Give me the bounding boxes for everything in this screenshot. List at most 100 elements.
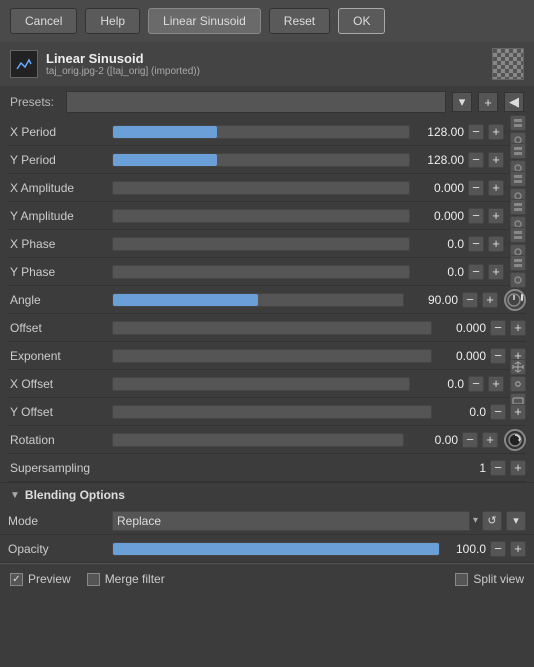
mode-select[interactable]: Replace	[112, 511, 470, 531]
preview-item[interactable]: Preview	[10, 572, 71, 586]
param-slider-y-amplitude[interactable]	[112, 209, 410, 223]
link-icon[interactable]	[510, 376, 526, 392]
param-label-y-period: Y Period	[8, 153, 108, 167]
presets-add-btn[interactable]: +	[478, 92, 498, 112]
param-plus-btn-y-period[interactable]: +	[488, 152, 504, 168]
mode-extra-btn[interactable]: ▾	[506, 511, 526, 531]
param-slider-x-phase[interactable]	[112, 237, 410, 251]
footer: Preview Merge filter Split view	[0, 563, 534, 594]
param-plus-btn-x-period[interactable]: +	[488, 124, 504, 140]
opacity-plus-btn[interactable]: +	[510, 541, 526, 557]
param-value-y-amplitude: 0.000	[414, 209, 464, 223]
side-icon-top-x-period[interactable]	[510, 115, 526, 131]
title-button[interactable]: Linear Sinusoid	[148, 8, 261, 34]
param-plus-btn-x-offset[interactable]: +	[488, 376, 504, 392]
mode-reset-btn[interactable]: ↺	[482, 511, 502, 531]
ok-button[interactable]: OK	[338, 8, 385, 34]
param-minus-btn-rotation[interactable]: −	[462, 432, 478, 448]
param-plus-btn-supersampling[interactable]: +	[510, 460, 526, 476]
param-minus-btn-y-period[interactable]: −	[468, 152, 484, 168]
param-plus-btn-x-phase[interactable]: +	[488, 236, 504, 252]
presets-row: Presets: ▾ + ◀	[0, 86, 534, 118]
param-value-offset: 0.000	[436, 321, 486, 335]
param-slider-angle[interactable]	[112, 293, 404, 307]
param-minus-btn-angle[interactable]: −	[462, 292, 478, 308]
blending-toggle[interactable]: ▼	[10, 490, 20, 501]
param-minus-btn-y-amplitude[interactable]: −	[468, 208, 484, 224]
blending-header: ▼ Blending Options	[0, 482, 534, 507]
param-slider-y-phase[interactable]	[112, 265, 410, 279]
param-plus-btn-angle[interactable]: +	[482, 292, 498, 308]
param-label-y-amplitude: Y Amplitude	[8, 209, 108, 223]
param-row-x-phase: X Phase0.0−+	[8, 230, 526, 258]
side-icon-top-y-amplitude[interactable]	[510, 199, 526, 215]
param-minus-btn-y-offset[interactable]: −	[490, 404, 506, 420]
presets-remove-btn[interactable]: ◀	[504, 92, 524, 112]
param-plus-btn-y-amplitude[interactable]: +	[488, 208, 504, 224]
presets-select[interactable]	[66, 91, 446, 113]
merge-checkbox[interactable]	[87, 573, 100, 586]
param-minus-btn-y-phase[interactable]: −	[468, 264, 484, 280]
side-icon-top-x-amplitude[interactable]	[510, 171, 526, 187]
param-slider-x-offset[interactable]	[112, 377, 410, 391]
filter-icon	[10, 50, 38, 78]
side-icon-top-y-period[interactable]	[510, 143, 526, 159]
preview-label: Preview	[28, 572, 71, 586]
param-value-x-period: 128.00	[414, 125, 464, 139]
param-plus-btn-rotation[interactable]: +	[482, 432, 498, 448]
angle-dial-btn[interactable]	[504, 289, 526, 311]
param-row-offset: Offset0.000−+	[8, 314, 526, 342]
opacity-slider[interactable]	[112, 542, 440, 556]
param-minus-btn-x-phase[interactable]: −	[468, 236, 484, 252]
merge-item[interactable]: Merge filter	[87, 572, 165, 586]
opacity-value: 100.0	[444, 542, 486, 556]
param-plus-btn-x-amplitude[interactable]: +	[488, 180, 504, 196]
param-label-rotation: Rotation	[8, 433, 108, 447]
param-label-x-period: X Period	[8, 125, 108, 139]
move-icon[interactable]	[510, 359, 526, 375]
param-slider-x-amplitude[interactable]	[112, 181, 410, 195]
param-row-supersampling: Supersampling 1−+	[8, 454, 526, 482]
param-slider-y-period[interactable]	[112, 153, 410, 167]
param-value-x-phase: 0.0	[414, 237, 464, 251]
param-row-x-amplitude: X Amplitude 0.000−+	[8, 174, 526, 202]
help-button[interactable]: Help	[85, 8, 140, 34]
param-row-y-amplitude: Y Amplitude 0.000−+	[8, 202, 526, 230]
param-plus-btn-y-phase[interactable]: +	[488, 264, 504, 280]
param-value-x-amplitude: 0.000	[414, 181, 464, 195]
preview-checkbox[interactable]	[10, 573, 23, 586]
param-minus-btn-x-offset[interactable]: −	[468, 376, 484, 392]
presets-dropdown-btn[interactable]: ▾	[452, 92, 472, 112]
side-icon-bot-y-phase[interactable]	[510, 272, 526, 288]
param-row-y-offset: Y Offset0.0−+	[8, 398, 526, 426]
param-value-supersampling: 1	[436, 461, 486, 475]
opacity-minus-btn[interactable]: −	[490, 541, 506, 557]
param-slider-offset[interactable]	[112, 321, 432, 335]
param-minus-btn-x-amplitude[interactable]: −	[468, 180, 484, 196]
param-plus-btn-offset[interactable]: +	[510, 320, 526, 336]
reset-button[interactable]: Reset	[269, 8, 330, 34]
param-minus-btn-exponent[interactable]: −	[490, 348, 506, 364]
param-minus-btn-x-period[interactable]: −	[468, 124, 484, 140]
side-icon-top-x-phase[interactable]	[510, 227, 526, 243]
param-minus-btn-offset[interactable]: −	[490, 320, 506, 336]
split-label: Split view	[473, 572, 524, 586]
mode-row: Mode Replace ▾ ↺ ▾	[0, 507, 534, 535]
split-item[interactable]: Split view	[455, 572, 524, 586]
rotation-dial-btn[interactable]	[504, 429, 526, 451]
cancel-button[interactable]: Cancel	[10, 8, 77, 34]
param-row-y-phase: Y Phase0.0−+	[8, 258, 526, 286]
param-label-exponent: Exponent	[8, 349, 108, 363]
param-label-supersampling: Supersampling	[8, 461, 108, 475]
param-plus-btn-y-offset[interactable]: +	[510, 404, 526, 420]
side-icon-top-y-phase[interactable]	[510, 255, 526, 271]
param-label-angle: Angle	[8, 293, 108, 307]
param-label-x-offset: X Offset	[8, 377, 108, 391]
param-minus-btn-supersampling[interactable]: −	[490, 460, 506, 476]
param-slider-x-period[interactable]	[112, 125, 410, 139]
param-slider-rotation[interactable]	[112, 433, 404, 447]
param-slider-y-offset[interactable]	[112, 405, 432, 419]
split-checkbox[interactable]	[455, 573, 468, 586]
param-label-x-amplitude: X Amplitude	[8, 181, 108, 195]
param-slider-exponent[interactable]	[112, 349, 432, 363]
